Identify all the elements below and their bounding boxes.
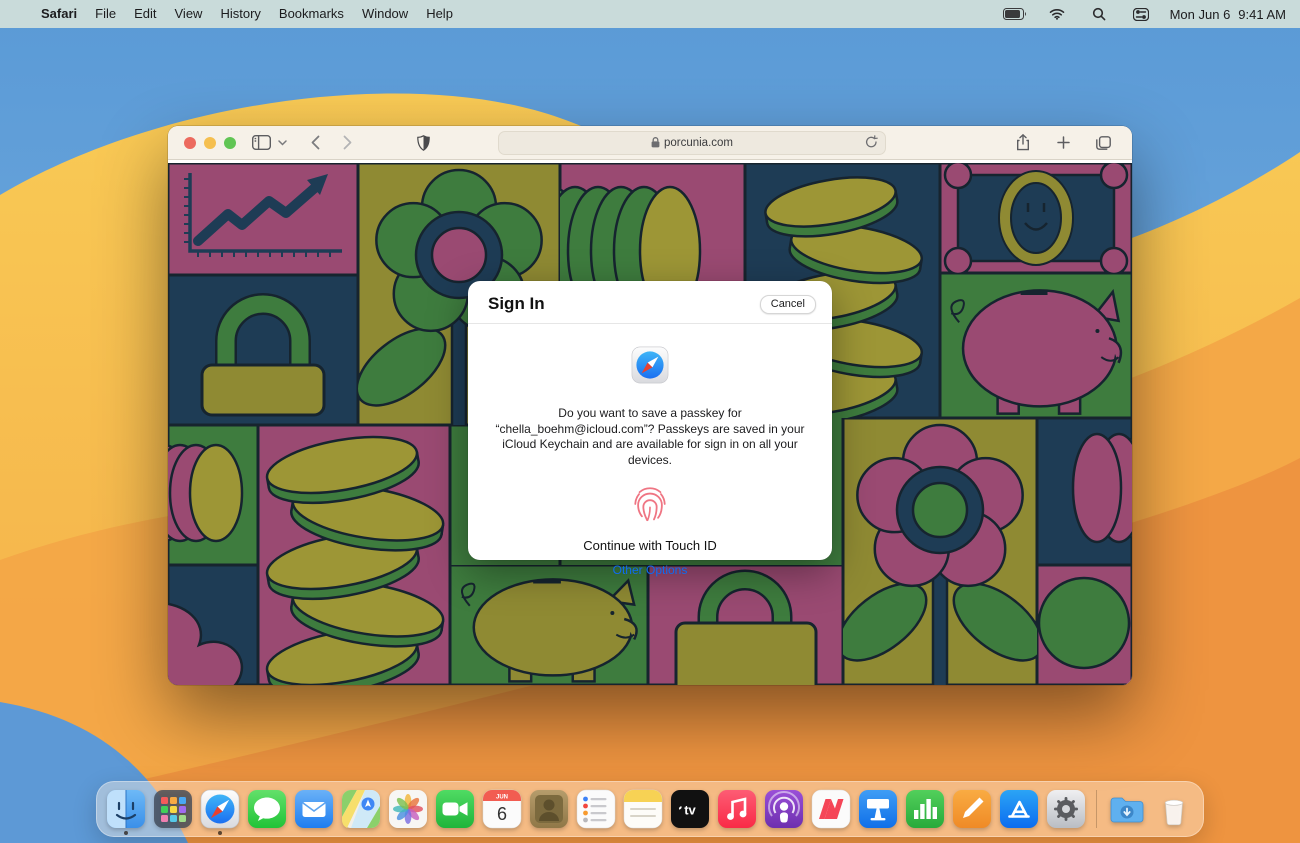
dock-safari-icon[interactable] (200, 789, 240, 829)
dock-pages-icon[interactable] (952, 789, 992, 829)
menu-bar: SafariFileEditViewHistoryBookmarksWindow… (0, 0, 1300, 28)
dock-finder-icon[interactable] (106, 789, 146, 829)
menu-item-window[interactable]: Window (353, 6, 417, 21)
dock-tv-icon[interactable]: tv (670, 789, 710, 829)
forward-icon[interactable] (334, 130, 360, 156)
tabs-icon[interactable] (1090, 130, 1116, 156)
menu-date[interactable]: Mon Jun 6 (1170, 7, 1231, 22)
address-bar[interactable]: porcunia.com (498, 131, 886, 155)
menu-item-history[interactable]: History (211, 6, 269, 21)
dock-photos-icon[interactable] (388, 789, 428, 829)
menu-item-bookmarks[interactable]: Bookmarks (270, 6, 353, 21)
tile-padlock-magenta (648, 565, 843, 685)
dock-calendar-icon[interactable]: JUN 6 (482, 789, 522, 829)
menu-item-edit[interactable]: Edit (125, 6, 165, 21)
passkey-message: Do you want to save a passkey for “chell… (484, 406, 816, 468)
tile-chart (168, 163, 358, 275)
tile-blob (168, 565, 258, 685)
other-options-link[interactable]: Other Options (613, 563, 688, 577)
shield-icon[interactable] (410, 130, 436, 156)
menu-item-safari[interactable]: Safari (32, 6, 86, 21)
lock-icon (651, 137, 660, 148)
tile-flower-bottom (843, 418, 1037, 685)
sidebar-icon[interactable] (248, 130, 274, 156)
menu-time: 9:41 AM (1238, 7, 1286, 22)
dock-facetime-icon[interactable] (435, 789, 475, 829)
zoom-window-button[interactable] (224, 137, 236, 149)
tile-padlock-navy (168, 275, 358, 425)
svg-text:tv: tv (684, 803, 696, 818)
dock-messages-icon[interactable] (247, 789, 287, 829)
dock-mail-icon[interactable] (294, 789, 334, 829)
safari-window: porcunia.com (168, 126, 1132, 685)
dock-music-icon[interactable] (717, 789, 757, 829)
dock-keynote-icon[interactable] (858, 789, 898, 829)
tile-dollar (940, 163, 1132, 273)
safari-toolbar: porcunia.com (168, 126, 1132, 160)
menu-item-help[interactable]: Help (417, 6, 462, 21)
address-url: porcunia.com (664, 137, 733, 149)
tile-coin-spring-magenta (258, 425, 450, 685)
dock-maps-icon[interactable] (341, 789, 381, 829)
tile-pig-olive (450, 565, 648, 685)
dock-news-icon[interactable] (811, 789, 851, 829)
dock-launchpad-icon[interactable] (153, 789, 193, 829)
new-tab-icon[interactable] (1050, 130, 1076, 156)
menu-item-view[interactable]: View (166, 6, 212, 21)
minimize-window-button[interactable] (204, 137, 216, 149)
svg-text:6: 6 (497, 804, 507, 824)
svg-text:JUN: JUN (496, 795, 508, 801)
dock-downloads-icon[interactable] (1107, 789, 1147, 829)
dock-appstore-icon[interactable] (999, 789, 1039, 829)
dock-contacts-icon[interactable] (529, 789, 569, 829)
tile-pig-magenta (940, 273, 1132, 418)
back-icon[interactable] (302, 130, 328, 156)
dock-reminders-icon[interactable] (576, 789, 616, 829)
menu-item-file[interactable]: File (86, 6, 125, 21)
reload-icon[interactable] (865, 135, 878, 152)
menu-items: SafariFileEditViewHistoryBookmarksWindow… (32, 0, 462, 28)
dock: JUN 6 tv (96, 781, 1204, 837)
passkey-dialog: Sign In Cancel Do you want to save a pas… (468, 281, 832, 560)
dock-trash-icon[interactable] (1154, 789, 1194, 829)
dialog-title: Sign In (488, 294, 545, 314)
safari-app-icon (631, 346, 669, 389)
dock-numbers-icon[interactable] (905, 789, 945, 829)
wifi-icon[interactable] (1044, 1, 1070, 27)
dock-podcasts-icon[interactable] (764, 789, 804, 829)
tile-circle (1037, 565, 1132, 685)
chevron-down-icon[interactable] (274, 130, 290, 156)
continue-touch-id-label: Continue with Touch ID (583, 538, 716, 553)
share-icon[interactable] (1010, 130, 1036, 156)
touch-id-icon (631, 484, 669, 529)
control-center-icon[interactable] (1128, 1, 1154, 27)
tile-coins-side (168, 425, 258, 565)
dock-separator (1096, 790, 1097, 828)
battery-icon[interactable] (1002, 1, 1028, 27)
dock-notes-icon[interactable] (623, 789, 663, 829)
page-content: Sign In Cancel Do you want to save a pas… (168, 160, 1132, 685)
search-icon[interactable] (1086, 1, 1112, 27)
cancel-button[interactable]: Cancel (760, 295, 816, 314)
close-window-button[interactable] (184, 137, 196, 149)
tile-coin-roll-right (1037, 418, 1132, 565)
dock-settings-icon[interactable] (1046, 789, 1086, 829)
